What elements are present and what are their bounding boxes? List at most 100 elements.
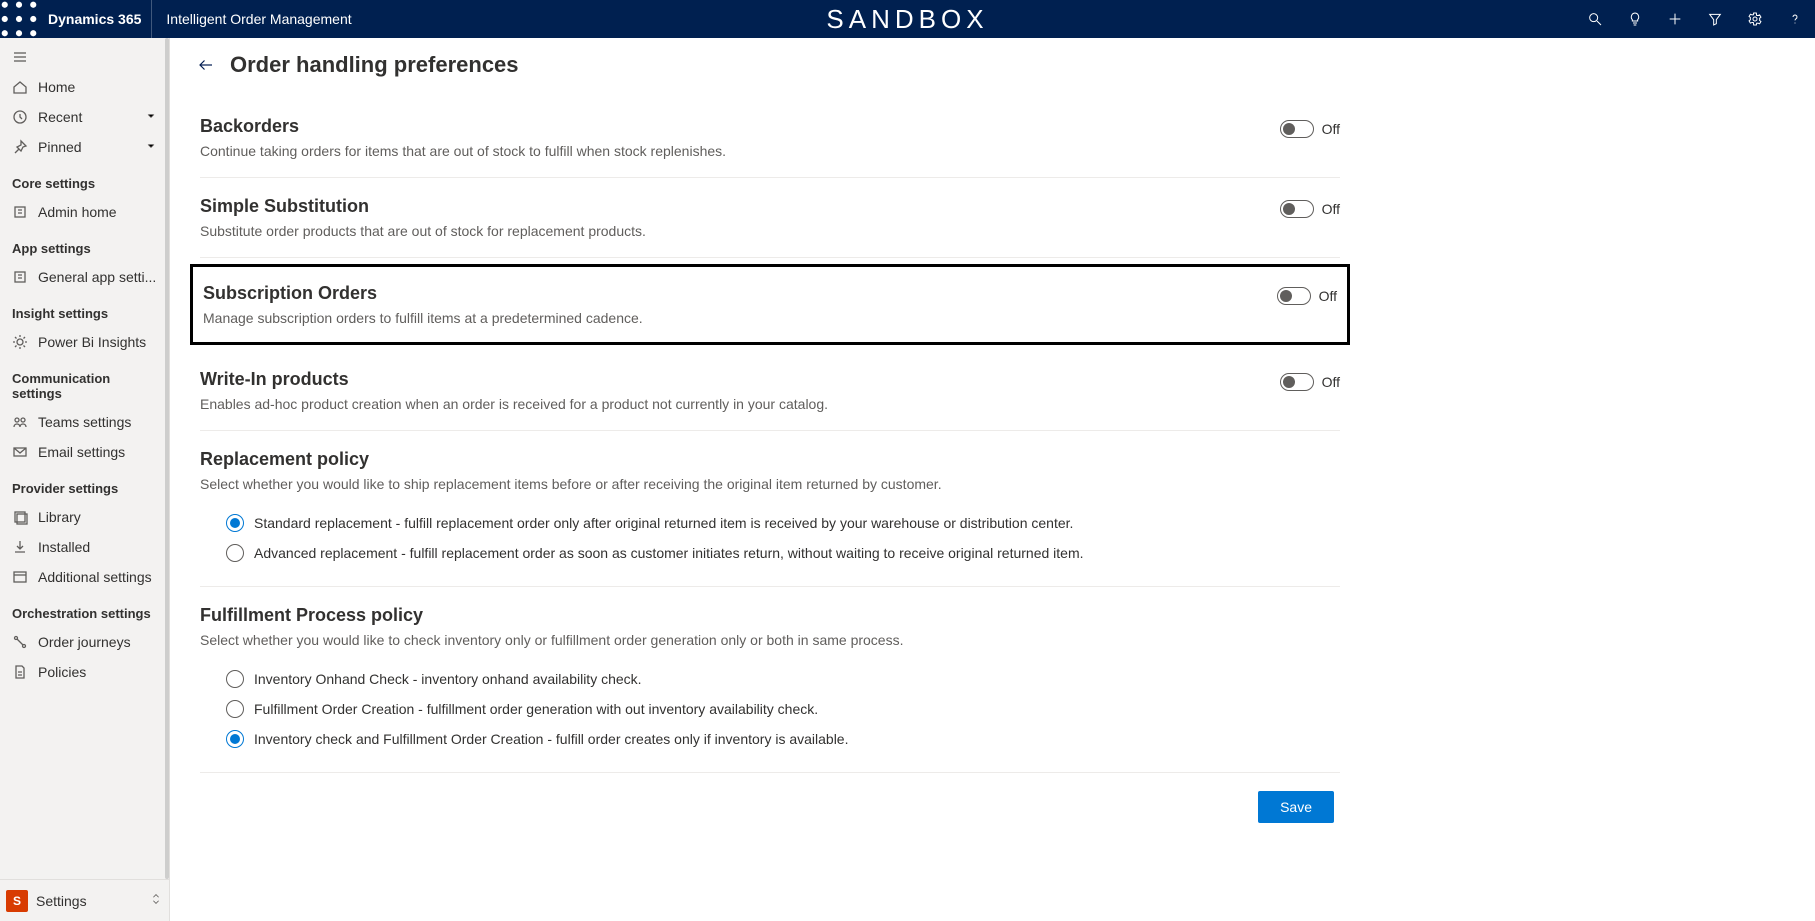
sidebar-item-label: Power Bi Insights (38, 334, 146, 350)
sidebar-item-label: Library (38, 509, 81, 525)
radio-icon (226, 544, 244, 562)
sidebar-group-header: Communication settings (0, 357, 169, 407)
environment-badge: SANDBOX (826, 4, 988, 35)
sidebar-group-header: Core settings (0, 162, 169, 197)
sidebar-item-label: Order journeys (38, 634, 131, 650)
home-icon (12, 79, 28, 95)
sidebar-group-header: App settings (0, 227, 169, 262)
radio-icon (226, 730, 244, 748)
radio-group: Standard replacement - fulfill replaceme… (226, 508, 1340, 568)
nav-hamburger[interactable] (0, 42, 169, 72)
area-label: Settings (36, 893, 87, 909)
help-button[interactable] (1775, 0, 1815, 38)
nav-item-icon (12, 444, 28, 460)
settings-button[interactable] (1735, 0, 1775, 38)
toggle-switch[interactable] (1280, 373, 1314, 391)
radio-icon (226, 700, 244, 718)
sidebar-group-header: Insight settings (0, 292, 169, 327)
setting-section: Replacement policy Select whether you wou… (200, 431, 1340, 587)
area-badge: S (6, 890, 28, 912)
section-description: Substitute order products that are out o… (200, 223, 1260, 239)
toggle-switch[interactable] (1280, 200, 1314, 218)
sidebar-item[interactable]: Installed (0, 532, 169, 562)
radio-option[interactable]: Fulfillment Order Creation - fulfillment… (226, 694, 1340, 724)
sidebar-group-header: Orchestration settings (0, 592, 169, 627)
section-description: Select whether you would like to check i… (200, 632, 1340, 648)
menu-icon (12, 49, 28, 65)
search-button[interactable] (1575, 0, 1615, 38)
back-button[interactable] (194, 53, 218, 77)
setting-section: Fulfillment Process policySelect whether… (200, 587, 1340, 773)
brand-label[interactable]: Dynamics 365 (38, 0, 152, 38)
radio-label: Advanced replacement - fulfill replaceme… (254, 545, 1084, 561)
nav-home[interactable]: Home (0, 72, 169, 102)
nav-pinned[interactable]: Pinned (0, 132, 169, 162)
page-title: Order handling preferences (230, 52, 519, 78)
sidebar-item-label: Teams settings (38, 414, 131, 430)
sidebar-item[interactable]: Library (0, 502, 169, 532)
sidebar-item[interactable]: Additional settings (0, 562, 169, 592)
setting-section: Subscription Orders Manage subscription o… (190, 264, 1350, 345)
section-title: Replacement policy (200, 449, 1340, 470)
nav-item-icon (12, 569, 28, 585)
radio-label: Inventory check and Fulfillment Order Cr… (254, 731, 848, 747)
main-content: Order handling preferences BackordersCon… (170, 38, 1815, 921)
radio-label: Fulfillment Order Creation - fulfillment… (254, 701, 818, 717)
nav-item-icon (12, 539, 28, 555)
radio-option[interactable]: Advanced replacement - fulfill replaceme… (226, 538, 1340, 568)
toggle-switch[interactable] (1277, 287, 1311, 305)
sidebar-item-label: Admin home (38, 204, 117, 220)
toggle-state-label: Off (1322, 121, 1340, 137)
nav-item-icon (12, 204, 28, 220)
save-button[interactable]: Save (1258, 791, 1334, 823)
sidebar-item[interactable]: Power Bi Insights (0, 327, 169, 357)
sidebar-group-header: Provider settings (0, 467, 169, 502)
sidebar-item[interactable]: General app setti... (0, 262, 169, 292)
sidebar-item-label: Policies (38, 664, 86, 680)
sidebar-item-label: Additional settings (38, 569, 152, 585)
radio-option[interactable]: Inventory Onhand Check - inventory onhan… (226, 664, 1340, 694)
section-title: Subscription Orders (203, 283, 1257, 304)
radio-label: Inventory Onhand Check - inventory onhan… (254, 671, 642, 687)
toggle-switch[interactable] (1280, 120, 1314, 138)
toggle-state-label: Off (1319, 288, 1337, 304)
section-title: Write-In products (200, 369, 1260, 390)
pin-icon (12, 139, 28, 155)
sidebar-item-label: Home (38, 79, 75, 95)
nav-item-icon (12, 334, 28, 350)
nav-item-icon (12, 509, 28, 525)
sidebar-item[interactable]: Order journeys (0, 627, 169, 657)
filter-button[interactable] (1695, 0, 1735, 38)
radio-option[interactable]: Standard replacement - fulfill replaceme… (226, 508, 1340, 538)
sidebar-item[interactable]: Teams settings (0, 407, 169, 437)
section-description: Enables ad-hoc product creation when an … (200, 396, 1260, 412)
setting-section: Simple SubstitutionSubstitute order prod… (200, 178, 1340, 258)
nav-item-icon (12, 664, 28, 680)
nav-item-icon (12, 269, 28, 285)
chevron-down-icon (145, 109, 157, 125)
sidebar-item[interactable]: Email settings (0, 437, 169, 467)
nav-recent[interactable]: Recent (0, 102, 169, 132)
insights-button[interactable] (1615, 0, 1655, 38)
sidebar-item[interactable]: Policies (0, 657, 169, 687)
area-switcher[interactable]: S Settings (0, 879, 169, 921)
chevron-down-icon (145, 139, 157, 155)
sidebar-item-label: Email settings (38, 444, 125, 460)
app-launcher-button[interactable] (0, 0, 38, 38)
toggle-state-label: Off (1322, 374, 1340, 390)
top-bar: Dynamics 365 Intelligent Order Managemen… (0, 0, 1815, 38)
sidebar-item[interactable]: Admin home (0, 197, 169, 227)
radio-option[interactable]: Inventory check and Fulfillment Order Cr… (226, 724, 1340, 754)
toggle-state-label: Off (1322, 201, 1340, 217)
sidebar-item-label: Pinned (38, 139, 82, 155)
radio-label: Standard replacement - fulfill replaceme… (254, 515, 1073, 531)
nav-item-icon (12, 634, 28, 650)
section-description: Manage subscription orders to fulfill it… (203, 310, 1257, 326)
scrollbar[interactable] (165, 38, 169, 879)
add-button[interactable] (1655, 0, 1695, 38)
sidebar-item-label: General app setti... (38, 269, 156, 285)
setting-section: BackordersContinue taking orders for ite… (200, 98, 1340, 178)
clock-icon (12, 109, 28, 125)
radio-icon (226, 514, 244, 532)
section-description: Select whether you would like to ship re… (200, 476, 1340, 492)
